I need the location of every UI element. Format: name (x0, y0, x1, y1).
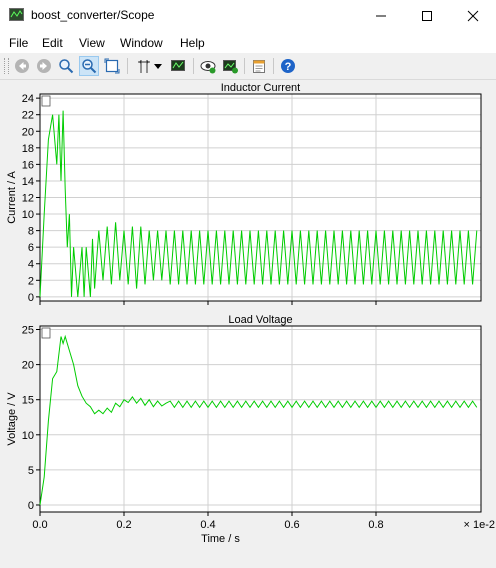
maximize-button[interactable] (404, 0, 450, 31)
toolbar-separator (193, 58, 194, 74)
y-tick-label: 12 (22, 193, 34, 205)
properties-icon (253, 60, 265, 73)
y-tick-label: 14 (22, 176, 34, 188)
y-tick-label: 8 (28, 226, 34, 238)
scope-plots: 024681012141618202224Inductor CurrentCur… (6, 82, 495, 545)
toolbar-separator (244, 58, 245, 74)
toolbar: ? (0, 53, 496, 80)
cursor-measure-button[interactable] (134, 56, 154, 76)
zoom-fit-button[interactable] (102, 56, 122, 76)
signal-display-icon (171, 60, 185, 71)
y-tick-label: 25 (22, 325, 34, 337)
y-tick-label: 4 (28, 259, 34, 271)
dropdown-arrow-icon (154, 64, 162, 69)
close-button[interactable] (450, 0, 496, 31)
y-tick-label: 10 (22, 209, 34, 221)
forward-icon (37, 59, 51, 73)
x-tick-label: 0.6 (284, 519, 299, 531)
plot-title: Load Voltage (228, 314, 292, 326)
autoscale-handle-icon (41, 95, 51, 107)
y-axis-label: Voltage / V (6, 392, 18, 446)
menu-help[interactable]: Help (180, 36, 205, 50)
help-icon: ? (281, 59, 295, 73)
y-tick-label: 20 (22, 360, 34, 372)
svg-text:?: ? (285, 61, 292, 73)
x-axis-label: Time / s (201, 533, 240, 545)
y-tick-label: 6 (28, 242, 34, 254)
x-multiplier-label: × 1e-2 (464, 519, 496, 531)
menu-edit[interactable]: Edit (42, 36, 63, 50)
visibility-icon (200, 61, 216, 74)
toolbar-separator (273, 58, 274, 74)
add-plot-button[interactable] (220, 56, 240, 76)
y-tick-label: 15 (22, 395, 34, 407)
toolbar-grip (4, 58, 9, 74)
y-axis-label: Current / A (6, 171, 18, 224)
autoscale-handle-icon (41, 327, 51, 339)
y-tick-label: 0 (28, 500, 34, 512)
minimize-icon (376, 15, 386, 16)
back-button[interactable] (12, 56, 32, 76)
x-tick-label: 0.4 (200, 519, 215, 531)
plot-title: Inductor Current (221, 82, 300, 94)
signal-display-button[interactable] (168, 56, 188, 76)
add-plot-icon (223, 60, 238, 74)
zoom-out-icon (82, 59, 97, 74)
y-tick-label: 20 (22, 126, 34, 138)
forward-button[interactable] (34, 56, 54, 76)
minimize-button[interactable] (358, 0, 404, 31)
menu-file[interactable]: File (9, 36, 28, 50)
zoom-fit-icon (104, 58, 120, 74)
back-icon (15, 59, 29, 73)
y-tick-label: 22 (22, 110, 34, 122)
help-button[interactable]: ? (278, 56, 298, 76)
scope-plot-area: 0 2 4 6 8 10 12 14 16 18 20 22 24 Inductor Current Cur… (0, 80, 496, 563)
cursor-icon (138, 60, 150, 73)
x-tick-label: 0.0 (32, 519, 47, 531)
menu-view[interactable]: View (79, 36, 105, 50)
y-tick-label: 16 (22, 159, 34, 171)
y-tick-label: 0 (28, 292, 34, 304)
x-tick-label: 0.2 (116, 519, 131, 531)
menu-window[interactable]: Window (120, 36, 163, 50)
maximize-icon (422, 10, 432, 21)
plot-background (40, 326, 481, 512)
menu-bar: File Edit View Window Help (0, 31, 496, 53)
cursor-dropdown[interactable] (152, 56, 164, 76)
plot-panel: 0.0 0.2 0.4 0.6 0.8 0 5 10 15 20 25 Load Voltage Vol… (6, 314, 495, 545)
x-tick-label: 0.8 (368, 519, 383, 531)
y-tick-label: 10 (22, 430, 34, 442)
visibility-button[interactable] (198, 56, 218, 76)
y-tick-label: 5 (28, 465, 34, 477)
toolbar-separator (127, 58, 128, 74)
y-tick-label: 2 (28, 275, 34, 287)
close-icon (467, 10, 479, 21)
zoom-in-icon (59, 59, 74, 74)
zoom-in-button[interactable] (56, 56, 76, 76)
title-bar: boost_converter/Scope (0, 0, 496, 31)
y-tick-label: 18 (22, 143, 34, 155)
y-tick-label: 24 (22, 93, 34, 105)
zoom-out-button[interactable] (79, 56, 99, 76)
plot-panel: 024681012141618202224Inductor CurrentCur… (6, 82, 482, 305)
scope-app-icon (9, 8, 24, 21)
window-title: boost_converter/Scope (31, 8, 155, 22)
properties-button[interactable] (249, 56, 269, 76)
